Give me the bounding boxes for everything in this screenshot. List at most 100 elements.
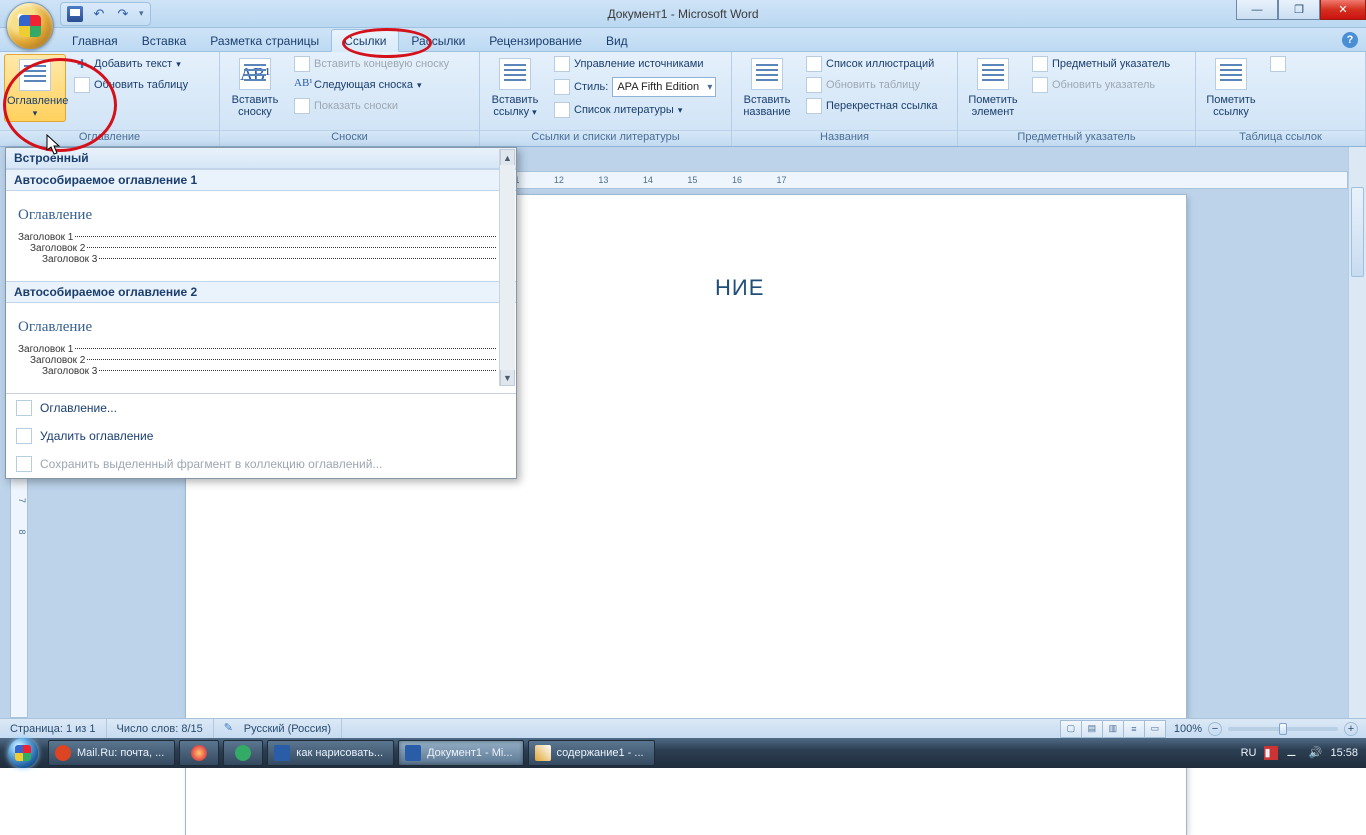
tab-home[interactable]: Главная	[60, 30, 130, 51]
ribbon: Оглавление▾ ✚Добавить текст ▾ Обновить т…	[0, 52, 1366, 147]
zoom-slider[interactable]	[1228, 727, 1338, 731]
taskbar: Mail.Ru: почта, ... как нарисовать... До…	[0, 738, 1366, 768]
table-of-figures-button[interactable]: Список иллюстраций	[802, 54, 942, 74]
tray-clock[interactable]: 15:58	[1330, 747, 1358, 759]
help-icon[interactable]: ?	[1342, 32, 1358, 48]
remove-toc-icon	[16, 428, 32, 444]
show-footnotes-button[interactable]: Показать сноски	[290, 96, 453, 116]
insert-caption-label: Вставить название	[743, 94, 790, 118]
tab-mailings[interactable]: Рассылки	[399, 30, 477, 51]
mark-index-entry-button[interactable]: Пометить элемент	[962, 54, 1024, 120]
view-web-button[interactable]: ▥	[1102, 720, 1124, 738]
cross-reference-button[interactable]: Перекрестная ссылка	[802, 96, 942, 116]
tray-flag-icon[interactable]: ▮	[1264, 746, 1278, 760]
view-full-screen-button[interactable]: ▤	[1081, 720, 1103, 738]
update-index-icon	[1032, 77, 1048, 93]
tab-references[interactable]: Ссылки	[331, 29, 399, 52]
gallery-cmd-insert[interactable]: Оглавление...	[6, 394, 516, 422]
style-icon	[554, 79, 570, 95]
tray-network-icon[interactable]: ⚊	[1286, 746, 1300, 760]
tab-insert[interactable]: Вставка	[130, 30, 199, 51]
update-tof-button[interactable]: Обновить таблицу	[802, 75, 942, 95]
view-outline-button[interactable]: ≡	[1123, 720, 1145, 738]
taskbar-item-utorrent[interactable]	[223, 740, 263, 766]
endnote-icon	[294, 56, 310, 72]
toc-gallery-dropdown: Встроенный Автособираемое оглавление 1 О…	[5, 147, 517, 479]
toa-icon	[1270, 56, 1286, 72]
tray-volume-icon[interactable]: 🔊	[1308, 746, 1322, 760]
zoom-value[interactable]: 100%	[1174, 723, 1202, 735]
citation-icon	[499, 58, 531, 90]
taskbar-item-firefox[interactable]	[179, 740, 219, 766]
insert-toa-button[interactable]	[1266, 54, 1290, 74]
gallery-scrollbar[interactable]: ▲ ▼	[499, 149, 515, 386]
gallery-item-2-title[interactable]: Автособираемое оглавление 2	[6, 281, 516, 303]
maximize-button[interactable]: ❐	[1278, 0, 1320, 20]
status-words[interactable]: Число слов: 8/15	[107, 719, 214, 738]
undo-icon[interactable]: ↶	[91, 6, 107, 22]
view-print-layout-button[interactable]: ▢	[1060, 720, 1082, 738]
office-button[interactable]	[6, 2, 54, 50]
windows-orb-icon	[8, 738, 38, 768]
paint-icon	[535, 745, 551, 761]
mark-citation-button[interactable]: Пометить ссылку	[1200, 54, 1262, 120]
toc-button[interactable]: Оглавление▾	[4, 54, 66, 122]
start-button[interactable]	[0, 738, 46, 768]
refresh-icon	[74, 77, 90, 93]
update-index-button[interactable]: Обновить указатель	[1028, 75, 1174, 95]
insert-footnote-button[interactable]: AB¹ Вставить сноску	[224, 54, 286, 120]
zoom-in-button[interactable]: +	[1344, 722, 1358, 736]
insert-index-button[interactable]: Предметный указатель	[1028, 54, 1174, 74]
show-notes-icon	[294, 98, 310, 114]
taskbar-item-word-2[interactable]: Документ1 - Mi...	[398, 740, 523, 766]
zoom-slider-knob[interactable]	[1279, 723, 1287, 735]
gallery-scroll-down-icon[interactable]: ▼	[500, 370, 515, 386]
group-toc-label: Оглавление	[0, 130, 219, 146]
insert-citation-button[interactable]: Вставить ссылку ▾	[484, 54, 546, 120]
tab-page-layout[interactable]: Разметка страницы	[198, 30, 331, 51]
update-toc-button[interactable]: Обновить таблицу	[70, 75, 192, 95]
add-text-button[interactable]: ✚Добавить текст ▾	[70, 54, 192, 74]
taskbar-item-paint[interactable]: содержание1 - ...	[528, 740, 655, 766]
close-button[interactable]: ✕	[1320, 0, 1366, 20]
status-language[interactable]: ✎Русский (Россия)	[214, 719, 342, 738]
scrollbar-thumb[interactable]	[1351, 187, 1364, 277]
status-page[interactable]: Страница: 1 из 1	[0, 719, 107, 738]
mark-entry-icon	[977, 58, 1009, 90]
next-footnote-button[interactable]: AB¹Следующая сноска ▾	[290, 75, 453, 95]
gallery-item-2-preview[interactable]: Оглавление Заголовок 11 Заголовок 21 Заг…	[6, 303, 516, 393]
gallery-scroll-up-icon[interactable]: ▲	[500, 149, 515, 165]
crossref-icon	[806, 98, 822, 114]
tab-review[interactable]: Рецензирование	[477, 30, 594, 51]
bibliography-icon	[554, 102, 570, 118]
titlebar: ↶ ↷ ▾ Документ1 - Microsoft Word — ❐ ✕	[0, 0, 1366, 28]
footnote-icon: AB¹	[239, 58, 271, 90]
spellcheck-icon: ✎	[224, 721, 240, 737]
style-select[interactable]: APA Fifth Edition	[612, 77, 716, 97]
gallery-cmd-remove[interactable]: Удалить оглавление	[6, 422, 516, 450]
qat-more-icon[interactable]: ▾	[139, 8, 144, 19]
insert-caption-button[interactable]: Вставить название	[736, 54, 798, 120]
next-footnote-icon: AB¹	[294, 77, 310, 93]
insert-endnote-button[interactable]: Вставить концевую сноску	[290, 54, 453, 74]
bibliography-button[interactable]: Список литературы ▾	[550, 100, 720, 120]
save-icon[interactable]	[67, 6, 83, 22]
tray-lang[interactable]: RU	[1241, 747, 1257, 759]
taskbar-item-mail[interactable]: Mail.Ru: почта, ...	[48, 740, 175, 766]
citation-style-row: Стиль: APA Fifth Edition	[550, 75, 720, 99]
gallery-item-1-title[interactable]: Автособираемое оглавление 1	[6, 169, 516, 191]
zoom-out-button[interactable]: −	[1208, 722, 1222, 736]
gallery-item-1-preview[interactable]: Оглавление Заголовок 11 Заголовок 21 Заг…	[6, 191, 516, 281]
firefox-icon	[191, 745, 207, 761]
tab-view[interactable]: Вид	[594, 30, 640, 51]
manage-sources-button[interactable]: Управление источниками	[550, 54, 720, 74]
redo-icon[interactable]: ↷	[115, 6, 131, 22]
vertical-scrollbar[interactable]	[1348, 147, 1366, 718]
view-draft-button[interactable]: ▭	[1144, 720, 1166, 738]
minimize-button[interactable]: —	[1236, 0, 1278, 20]
figures-icon	[806, 56, 822, 72]
group-captions-label: Названия	[732, 130, 957, 146]
quick-access-toolbar: ↶ ↷ ▾	[60, 2, 151, 26]
taskbar-item-word-1[interactable]: как нарисовать...	[267, 740, 394, 766]
word-icon	[274, 745, 290, 761]
